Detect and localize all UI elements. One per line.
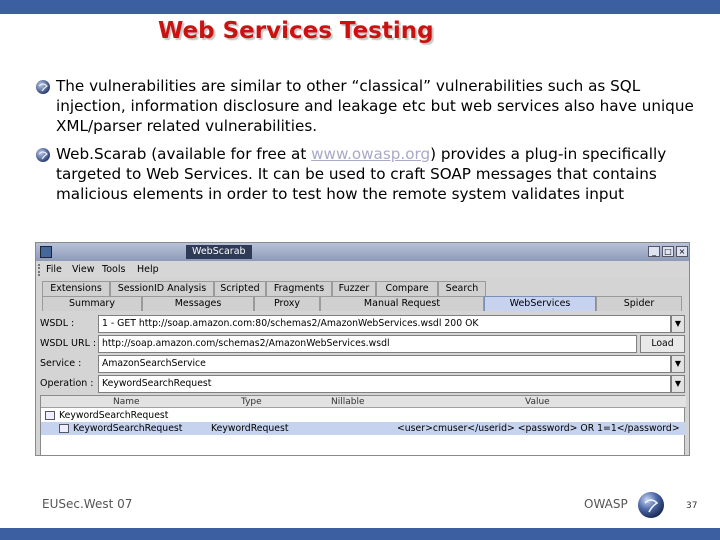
tab-compare[interactable]: Compare (376, 281, 438, 296)
parameter-table: Name Type Nillable Value KeywordSearchRe… (40, 395, 686, 455)
column-header-value[interactable]: Value (525, 396, 550, 408)
maximize-icon[interactable]: □ (662, 246, 674, 257)
footer-event: EUSec.West 07 (42, 497, 133, 511)
chevron-down-icon[interactable]: ▼ (671, 315, 685, 333)
menu-tools[interactable]: Tools (102, 264, 125, 275)
tab-proxy[interactable]: Proxy (254, 296, 320, 311)
row-name: KeywordSearchRequest (73, 423, 183, 434)
menubar-grip (38, 264, 42, 276)
table-row[interactable]: KeywordSearchRequest KeywordRequest <use… (41, 422, 686, 435)
chevron-down-icon[interactable]: ▼ (671, 355, 685, 373)
column-header-type[interactable]: Type (241, 396, 262, 408)
tree-root-label: KeywordSearchRequest (59, 410, 169, 421)
slide-title: Web Services Testing (158, 18, 434, 44)
wsdl-label: WSDL : (40, 318, 75, 329)
tab-search[interactable]: Search (438, 281, 486, 296)
bullet-1-text: The vulnerabilities are similar to other… (56, 77, 694, 135)
row-type: KeywordRequest (211, 423, 289, 434)
operation-select[interactable]: KeywordSearchRequest (98, 375, 671, 393)
tab-webservices[interactable]: WebServices (484, 296, 596, 311)
owasp-link[interactable]: www.owasp.org (311, 145, 430, 163)
service-select[interactable]: AmazonSearchService (98, 355, 671, 373)
wsdl-select[interactable]: 1 - GET http://soap.amazon.com:80/schema… (98, 315, 671, 333)
service-label: Service : (40, 358, 82, 369)
column-header-nillable[interactable]: Nillable (331, 396, 365, 408)
tree-root-row[interactable]: KeywordSearchRequest (41, 409, 686, 422)
wsdl-row: WSDL : 1 - GET http://soap.amazon.com:80… (40, 315, 685, 333)
load-button[interactable]: Load (640, 335, 685, 353)
wsdl-url-row: WSDL URL : http://soap.amazon.com/schema… (40, 335, 685, 353)
tab-spider[interactable]: Spider (596, 296, 682, 311)
footer-org: OWASP (584, 497, 628, 511)
tab-fuzzer[interactable]: Fuzzer (332, 281, 376, 296)
operation-label: Operation : (40, 378, 94, 389)
bottom-band (0, 528, 720, 540)
tab-manual-request[interactable]: Manual Request (320, 296, 484, 311)
app-menubar: File View Tools Help (36, 261, 689, 279)
app-window-icon (40, 246, 52, 258)
wsdl-url-label: WSDL URL : (40, 338, 97, 349)
page-number: 37 (686, 501, 698, 511)
menu-help[interactable]: Help (137, 264, 159, 275)
bullet-globe-icon (36, 148, 50, 162)
owasp-logo-icon (638, 492, 664, 518)
tab-extensions[interactable]: Extensions (42, 281, 110, 296)
operation-row: Operation : KeywordSearchRequest ▼ (40, 375, 685, 393)
webscarab-screenshot: WebScarab _ □ × File View Tools Help Ext… (35, 242, 690, 456)
folder-icon (45, 411, 55, 420)
tab-fragments[interactable]: Fragments (266, 281, 332, 296)
bullet-2-text-before: Web.Scarab (available for free at (56, 145, 312, 163)
table-header: Name Type Nillable Value (41, 396, 686, 408)
top-band (0, 0, 720, 14)
row-value[interactable]: <user>cmuser</userid> <password> OR 1=1<… (397, 422, 680, 435)
column-header-name[interactable]: Name (113, 396, 140, 408)
tab-summary[interactable]: Summary (42, 296, 142, 311)
tab-sessionid-analysis[interactable]: SessionID Analysis (110, 281, 214, 296)
menu-view[interactable]: View (72, 264, 95, 275)
tab-row-1: Extensions SessionID Analysis Scripted F… (42, 281, 682, 296)
chevron-down-icon[interactable]: ▼ (671, 375, 685, 393)
tab-row-2: Summary Messages Proxy Manual Request We… (42, 296, 682, 311)
wsdl-url-input[interactable]: http://soap.amazon.com/schemas2/AmazonWe… (98, 335, 637, 353)
bullet-globe-icon (36, 80, 50, 94)
app-titlebar: WebScarab _ □ × (36, 243, 689, 261)
minimize-icon[interactable]: _ (648, 246, 660, 257)
close-icon[interactable]: × (676, 246, 688, 257)
tab-scripted[interactable]: Scripted (214, 281, 266, 296)
menu-file[interactable]: File (46, 264, 62, 275)
app-window-title: WebScarab (186, 245, 252, 259)
tab-messages[interactable]: Messages (142, 296, 254, 311)
document-icon (59, 424, 69, 433)
service-row: Service : AmazonSearchService ▼ (40, 355, 685, 373)
bullet-2-text: Web.Scarab (available for free at www.ow… (56, 144, 706, 204)
